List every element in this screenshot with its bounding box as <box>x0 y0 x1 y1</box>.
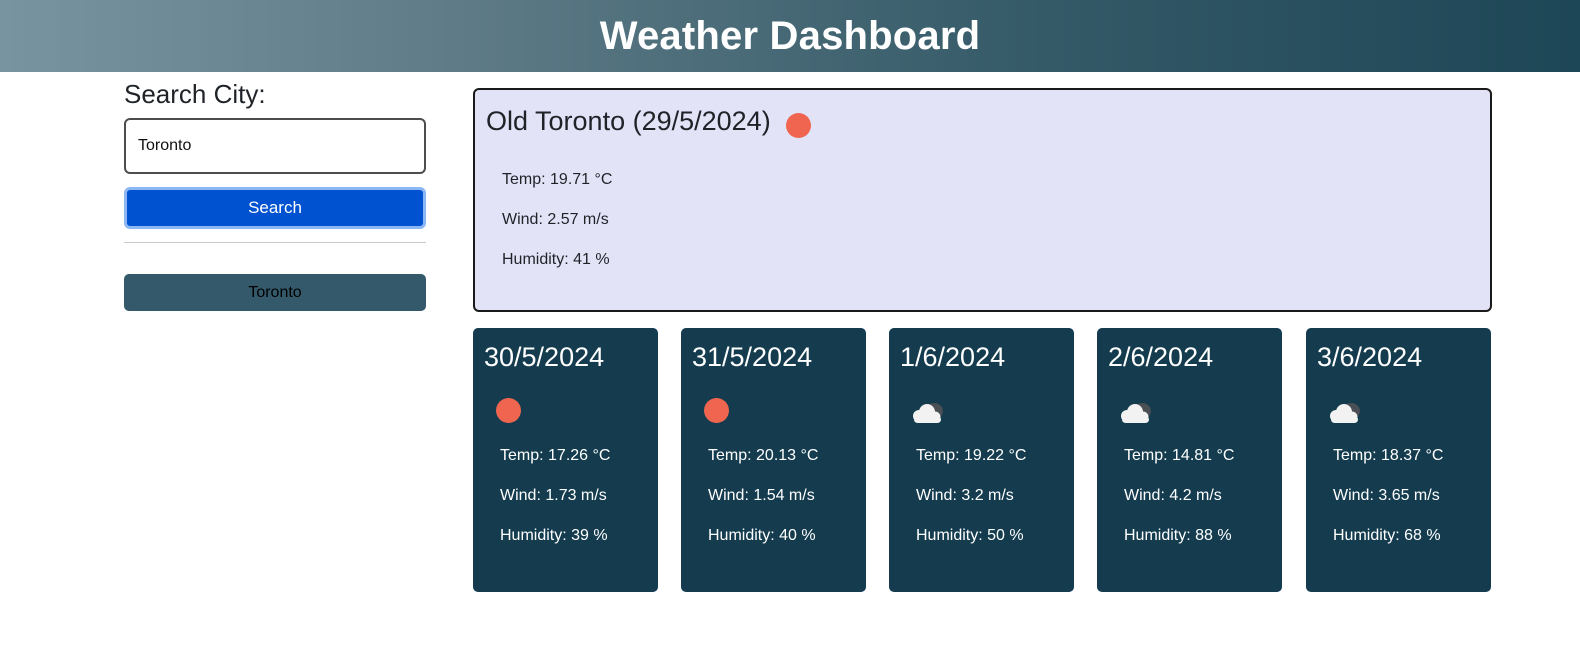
search-button[interactable]: Search <box>124 187 426 229</box>
forecast-wind: Wind: 3.65 m/s <box>1333 487 1440 504</box>
forecast-humidity: Humidity: 88 % <box>1124 527 1232 544</box>
current-wind: Wind: 2.57 m/s <box>502 211 609 228</box>
city-search-input[interactable] <box>124 118 426 174</box>
forecast-temp: Temp: 14.81 °C <box>1124 447 1235 464</box>
cloud-icon <box>1121 403 1151 423</box>
forecast-stats: Temp: 18.37 °C Wind: 3.65 m/s Humidity: … <box>1317 436 1491 556</box>
forecast-stats: Temp: 19.22 °C Wind: 3.2 m/s Humidity: 5… <box>900 436 1074 556</box>
forecast-date: 31/5/2024 <box>692 342 813 372</box>
forecast-temp: Temp: 17.26 °C <box>500 447 611 464</box>
current-humidity: Humidity: 41 % <box>502 251 610 268</box>
forecast-date: 3/6/2024 <box>1317 342 1423 372</box>
cloud-icon <box>1330 403 1360 423</box>
forecast-icon-wrap <box>692 398 866 436</box>
forecast-stats: Temp: 20.13 °C Wind: 1.54 m/s Humidity: … <box>692 436 866 556</box>
forecast-date: 2/6/2024 <box>1108 342 1214 372</box>
forecast-card: 2/6/2024 Temp: 14.81 °C Wind: 4.2 m/s Hu… <box>1097 328 1282 592</box>
forecast-humidity: Humidity: 40 % <box>708 527 816 544</box>
forecast-date: 1/6/2024 <box>900 342 1006 372</box>
forecast-card: 3/6/2024 Temp: 18.37 °C Wind: 3.65 m/s H… <box>1306 328 1491 592</box>
current-stats: Temp: 19.71 °C Wind: 2.57 m/s Humidity: … <box>486 160 1490 280</box>
sun-icon <box>785 112 811 138</box>
forecast-stats: Temp: 14.81 °C Wind: 4.2 m/s Humidity: 8… <box>1108 436 1282 556</box>
forecast-humidity: Humidity: 50 % <box>916 527 1024 544</box>
search-label: Search City: <box>124 79 266 109</box>
page-title: Weather Dashboard <box>599 13 981 58</box>
forecast-date: 30/5/2024 <box>484 342 605 372</box>
forecast-icon-wrap <box>1108 398 1282 436</box>
forecast-wind: Wind: 3.2 m/s <box>916 487 1014 504</box>
current-weather-card: Old Toronto (29/5/2024) Temp: 19.71 °C W… <box>473 88 1492 312</box>
sun-icon <box>704 398 729 423</box>
forecast-humidity: Humidity: 39 % <box>500 527 608 544</box>
sun-icon <box>496 398 521 423</box>
forecast-icon-wrap <box>1317 398 1491 436</box>
forecast-icon-wrap <box>900 398 1074 436</box>
forecast-temp: Temp: 18.37 °C <box>1333 447 1444 464</box>
current-temp: Temp: 19.71 °C <box>502 171 613 188</box>
current-city-title: Old Toronto (29/5/2024) <box>486 105 771 136</box>
forecast-humidity: Humidity: 68 % <box>1333 527 1441 544</box>
forecast-card: 1/6/2024 Temp: 19.22 °C Wind: 3.2 m/s Hu… <box>889 328 1074 592</box>
forecast-wind: Wind: 1.73 m/s <box>500 487 607 504</box>
sidebar: Search City: Search Toronto <box>124 78 426 311</box>
forecast-temp: Temp: 20.13 °C <box>708 447 819 464</box>
divider <box>124 242 426 243</box>
app-header: Weather Dashboard <box>0 0 1580 72</box>
history-city-button[interactable]: Toronto <box>124 274 426 311</box>
forecast-icon-wrap <box>484 398 658 436</box>
forecast-temp: Temp: 19.22 °C <box>916 447 1027 464</box>
forecast-row: 30/5/2024 Temp: 17.26 °C Wind: 1.73 m/s … <box>473 328 1492 592</box>
forecast-card: 30/5/2024 Temp: 17.26 °C Wind: 1.73 m/s … <box>473 328 658 592</box>
forecast-card: 31/5/2024 Temp: 20.13 °C Wind: 1.54 m/s … <box>681 328 866 592</box>
forecast-wind: Wind: 4.2 m/s <box>1124 487 1222 504</box>
forecast-stats: Temp: 17.26 °C Wind: 1.73 m/s Humidity: … <box>484 436 658 556</box>
current-heading: Old Toronto (29/5/2024) <box>486 104 1490 138</box>
forecast-wind: Wind: 1.54 m/s <box>708 487 815 504</box>
cloud-icon <box>913 403 943 423</box>
